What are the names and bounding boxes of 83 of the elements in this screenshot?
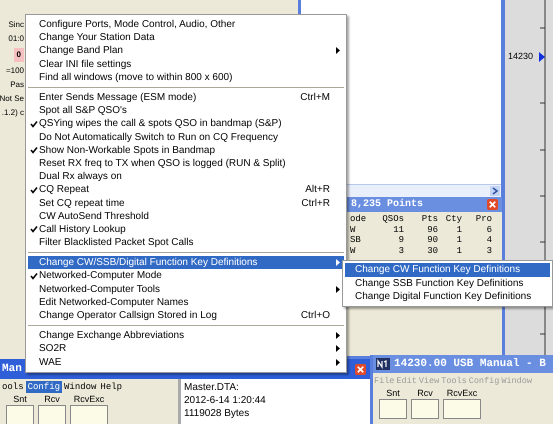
menu-item[interactable]: Reset RX freq to TX when QSO is logged (RUN & Split) [28, 156, 344, 170]
menu-item[interactable]: Configure Ports, Mode Control, Audio, Other [28, 18, 344, 32]
table-cell-text: W [350, 246, 356, 256]
table-cell-text: 1 [456, 235, 462, 246]
menu-item[interactable]: Change Exchange Abbreviations [28, 329, 344, 342]
window-text: 01:0 [8, 34, 24, 44]
table-cell-text: 90 [426, 235, 438, 246]
info-text: 2012-6-14 1:20:44 [184, 394, 267, 407]
table-cell-text: 9 [398, 235, 404, 246]
field-label: Snt [13, 394, 27, 405]
menu-item[interactable]: Change Band Plan [28, 44, 344, 58]
window-title: 8,235 Points [351, 199, 424, 210]
field-label: RcvExc [74, 394, 104, 405]
menu-bar-item[interactable]: Window [62, 380, 98, 392]
table-cell-text: SB [350, 235, 362, 246]
info-text: Master.DTA: [184, 381, 240, 394]
menu-item[interactable]: CQ Repeat Alt+R [28, 183, 344, 196]
menu-item[interactable]: QSYing wipes the call & spots QSO in bandmap (S&P) [28, 117, 344, 130]
menu-item[interactable]: Dual Rx always on [28, 170, 344, 184]
menu-item[interactable]: Enter Sends Message (ESM mode) Ctrl+M [28, 90, 344, 104]
menu-item[interactable]: Change CW/SSB/Digital Function Key Definitions [28, 256, 344, 270]
window-text: Not Se [0, 94, 24, 104]
column-header: Pts [420, 214, 438, 224]
field-label: RcvExc [446, 388, 478, 399]
table-cell-text: 30 [426, 246, 438, 256]
menu-item[interactable]: WAE [28, 356, 344, 369]
field-label: Snt [386, 388, 400, 399]
menu-item[interactable]: Set CQ repeat time Ctrl+R [28, 196, 344, 210]
table-cell-text: 96 [426, 224, 438, 235]
menu-item[interactable]: Filter Blacklisted Packet Spot Calls [28, 236, 344, 250]
window-text: Pas [10, 80, 24, 90]
input-field[interactable] [379, 399, 407, 419]
menu-item[interactable]: Change CW Function Key Definitions [345, 263, 550, 276]
menu-bar-item[interactable]: ools [0, 380, 26, 392]
table-cell-text: 3 [398, 246, 404, 256]
menu-item[interactable]: Change Digital Function Key Definitions [345, 290, 550, 304]
menu-item[interactable]: Do Not Automatically Switch to Run on CQ Frequency [28, 130, 344, 144]
close-icon[interactable] [487, 199, 498, 210]
menu-item[interactable]: CW AutoSend Threshold [28, 210, 344, 223]
menu-item[interactable]: Change SSB Function Key Definitions [345, 276, 550, 290]
window-title: 14230.00 USB Manual - B [394, 358, 546, 370]
menu-item[interactable]: Change Your Station Data [28, 31, 344, 44]
window-text: =100 [6, 66, 24, 76]
menu-item[interactable]: Clear INI file settings [28, 58, 344, 71]
table-cell-text: 3 [486, 246, 492, 256]
table-cell-text: 1 [456, 224, 462, 235]
scroll-right-icon[interactable] [490, 186, 500, 196]
table-cell-text: 1 [456, 246, 462, 256]
column-header: Pro [474, 214, 492, 224]
field-label: Rcv [44, 394, 60, 405]
marker-icon [539, 52, 545, 62]
table-cell-text: 6 [486, 224, 492, 235]
menu-item[interactable]: Networked-Computer Mode [28, 269, 344, 283]
menu-item[interactable]: SO2R [28, 342, 344, 356]
menu-item[interactable]: Show Non-Workable Spots in Bandmap [28, 144, 344, 157]
menu-bar-item[interactable]: Help [98, 380, 124, 392]
menu-item[interactable]: Change Operator Callsign Stored in Log Ctrl+O [28, 308, 344, 322]
field-label: Rcv [417, 388, 433, 399]
table-cell-text: 4 [486, 235, 492, 246]
menu-item[interactable]: Call History Lookup [28, 222, 344, 236]
menu-item[interactable]: Spot all S&P QSO's [28, 104, 344, 118]
window-text: Sinc [8, 20, 24, 30]
input-field[interactable] [411, 399, 439, 419]
column-header: Cty [444, 214, 462, 224]
column-header: ode [350, 214, 368, 224]
menu-bar-item[interactable]: Config [26, 380, 62, 392]
app-logo-icon [376, 358, 390, 370]
menu-item[interactable]: Edit Networked-Computer Names [28, 296, 344, 309]
window-title: Man [2, 363, 22, 375]
input-field[interactable] [443, 399, 481, 419]
window-text: .1.2) c [2, 108, 24, 118]
frequency-label: 14230 [508, 51, 534, 61]
table-cell-text: 11 [392, 224, 404, 235]
table-cell-text: W [350, 224, 356, 235]
input-field[interactable] [70, 405, 108, 424]
column-header: QSOs [381, 214, 404, 224]
info-text: 1119028 Bytes [184, 407, 250, 420]
input-field[interactable] [38, 405, 66, 424]
counter-field: 0 [14, 48, 24, 62]
close-icon[interactable] [355, 364, 366, 374]
menu-item[interactable]: Find all windows (move to within 800 x 600) [28, 70, 344, 84]
input-field[interactable] [6, 405, 34, 424]
menu-item[interactable]: Networked-Computer Tools [28, 282, 344, 296]
